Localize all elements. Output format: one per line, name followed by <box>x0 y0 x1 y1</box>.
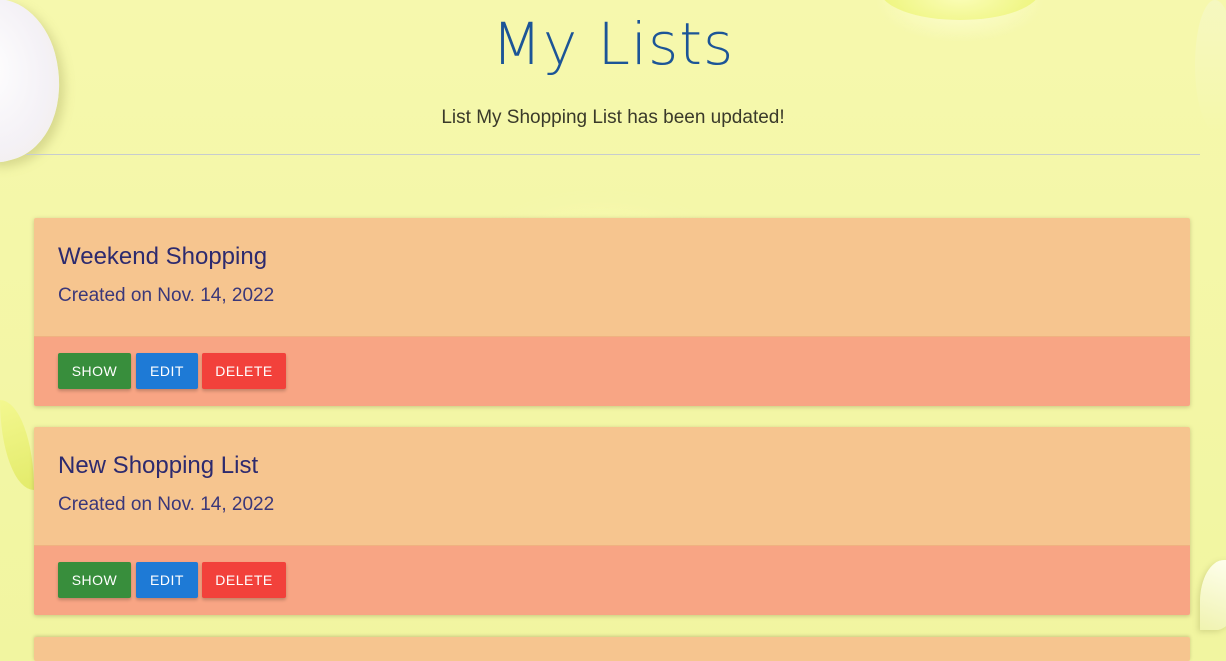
list-card-partial <box>34 637 1190 661</box>
list-created-date: Created on Nov. 14, 2022 <box>58 494 275 515</box>
list-card-actions: SHOW EDIT DELETE <box>34 545 1190 615</box>
list-card-actions: SHOW EDIT DELETE <box>34 336 1190 406</box>
delete-button[interactable]: DELETE <box>202 353 286 389</box>
decorative-petal-white-right <box>1200 560 1226 630</box>
list-card: New Shopping List Created on Nov. 14, 20… <box>34 427 1190 615</box>
show-button[interactable]: SHOW <box>58 353 131 389</box>
list-card-content: New Shopping List Created on Nov. 14, 20… <box>34 427 1190 545</box>
decorative-petal-yellow-left <box>0 400 34 490</box>
show-button[interactable]: SHOW <box>58 562 131 598</box>
edit-button[interactable]: EDIT <box>136 353 198 389</box>
list-title: New Shopping List <box>58 452 259 479</box>
list-card-content <box>34 637 1190 661</box>
edit-button[interactable]: EDIT <box>136 562 198 598</box>
list-card: Weekend Shopping Created on Nov. 14, 202… <box>34 218 1190 406</box>
header-divider <box>26 154 1200 155</box>
page-title: My Lists <box>491 10 735 78</box>
list-card-content: Weekend Shopping Created on Nov. 14, 202… <box>34 218 1190 336</box>
delete-button[interactable]: DELETE <box>202 562 286 598</box>
list-title: Weekend Shopping <box>58 243 268 270</box>
list-created-date: Created on Nov. 14, 2022 <box>58 285 275 306</box>
flash-message: List My Shopping List has been updated! <box>441 107 785 128</box>
